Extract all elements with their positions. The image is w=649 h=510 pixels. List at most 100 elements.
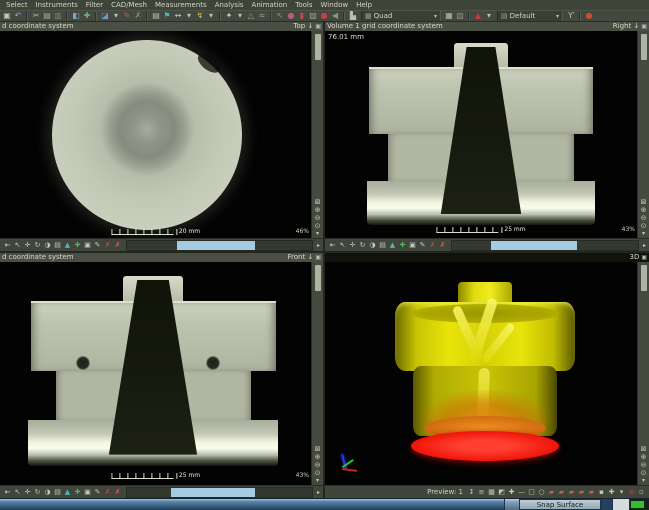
layout-select[interactable]: ▦ Quad ▾ [361, 10, 441, 22]
draw-slice-icon[interactable]: ✎ [93, 240, 102, 251]
draw-slice-icon[interactable]: ✎ [93, 487, 102, 498]
voxel-icon[interactable]: ▦ [487, 487, 496, 498]
minus-icon[interactable]: — [517, 487, 526, 498]
slider-arrow-icon[interactable]: ▸ [317, 242, 320, 249]
clip-preset-1-icon[interactable]: ▰ [547, 487, 556, 498]
fit-view-icon[interactable]: ⊠ [313, 445, 323, 453]
cut-icon[interactable]: ✂ [31, 11, 41, 21]
scroll-down-icon[interactable]: ▾ [316, 477, 319, 484]
clear-slice-icon[interactable]: ✗ [103, 487, 112, 498]
copy-icon[interactable]: ▤ [42, 11, 52, 21]
menu-filter[interactable]: Filter [82, 0, 107, 10]
clip-preset-3-icon[interactable]: ▰ [567, 487, 576, 498]
shade-icon[interactable]: ◩ [497, 487, 506, 498]
vertical-scrollbar-thumb[interactable] [315, 265, 321, 291]
first-slice-icon[interactable]: ⇤ [3, 487, 12, 498]
slice-canvas-front[interactable]: 25 mm 43% [0, 262, 311, 485]
lightning-caret-icon[interactable]: ▾ [206, 11, 216, 21]
menu-window[interactable]: Window [316, 0, 352, 10]
menu-select[interactable]: Select [2, 0, 32, 10]
flag-icon[interactable]: ⚑ [162, 11, 172, 21]
erase-icon[interactable]: ✗ [133, 11, 143, 21]
zoom-out-icon[interactable]: ⊖ [313, 214, 323, 222]
scene-object-icon[interactable]: ◧ [71, 11, 81, 21]
add-slice-icon[interactable]: ✚ [398, 240, 407, 251]
sort-icon[interactable]: ↕ [467, 487, 476, 498]
hot-spot-icon[interactable]: ● [319, 11, 329, 21]
pin-icon[interactable]: ▮ [297, 11, 307, 21]
add-slice-icon[interactable]: ✚ [73, 240, 82, 251]
render-canvas-3d[interactable] [325, 262, 637, 485]
snapshot-icon[interactable]: ▣ [83, 487, 92, 498]
warning-icon[interactable]: ▲ [473, 11, 483, 21]
preset-select[interactable]: ▤ Default ▾ [497, 10, 563, 22]
pattern-icon[interactable]: ▨ [308, 11, 318, 21]
preview-caret-icon[interactable]: ▾ [617, 487, 626, 498]
menu-measurements[interactable]: Measurements [151, 0, 211, 10]
rotate-slice-icon[interactable]: ↻ [358, 240, 367, 251]
paste-icon[interactable]: ▥ [53, 11, 63, 21]
undo-icon[interactable]: ↶ [13, 11, 23, 21]
green-back-icon[interactable]: ◀ [330, 11, 340, 21]
clear-all-icon[interactable]: ✗ [438, 240, 447, 251]
zoom-in-icon[interactable]: ⊕ [639, 453, 649, 461]
contrast-icon[interactable]: ◑ [43, 240, 52, 251]
histogram-icon[interactable]: ▙ [348, 11, 358, 21]
pan-tool-icon[interactable]: ✛ [23, 240, 32, 251]
star-tool-icon[interactable]: ✦ [224, 11, 234, 21]
scroll-down-icon[interactable]: ▾ [642, 477, 645, 484]
zoom-in-icon[interactable]: ⊕ [313, 206, 323, 214]
slider-arrow-icon[interactable]: ▸ [643, 242, 646, 249]
vertical-scrollbar-thumb[interactable] [641, 34, 647, 60]
star-caret-icon[interactable]: ▾ [235, 11, 245, 21]
clip-preset-4-icon[interactable]: ▰ [577, 487, 586, 498]
merge-icon[interactable]: ▲ [63, 240, 72, 251]
first-slice-icon[interactable]: ⇤ [3, 240, 12, 251]
clear-all-icon[interactable]: ✗ [113, 240, 122, 251]
box-render-icon[interactable]: ▢ [527, 487, 536, 498]
zoom-out-icon[interactable]: ⊖ [639, 214, 649, 222]
quality-icon[interactable]: ≡ [477, 487, 486, 498]
pointer-tool-icon[interactable]: ↖ [13, 240, 22, 251]
zoom-region-icon[interactable]: ⊙ [313, 469, 323, 477]
render-sphere-icon[interactable]: ● [584, 11, 594, 21]
viewport-menu-icon[interactable]: ▣ [315, 253, 321, 262]
snapshot-icon[interactable]: ▣ [408, 240, 417, 251]
fit-view-icon[interactable]: ⊠ [313, 198, 323, 206]
draw-slice-icon[interactable]: ✎ [418, 240, 427, 251]
menu-instruments[interactable]: Instruments [32, 0, 82, 10]
pan-tool-icon[interactable]: ✛ [348, 240, 357, 251]
slider-thumb[interactable] [171, 488, 254, 497]
pan-tool-icon[interactable]: ✛ [23, 487, 32, 498]
slice-tool-icon[interactable]: ◪ [100, 11, 110, 21]
slice-position-slider[interactable] [126, 240, 313, 251]
rotate-slice-icon[interactable]: ↻ [33, 240, 42, 251]
filmstrip-icon[interactable]: ▤ [53, 487, 62, 498]
add-slice-icon[interactable]: ✚ [73, 487, 82, 498]
menu-cad-mesh[interactable]: CAD/Mesh [107, 0, 151, 10]
snapshot-icon[interactable]: ▣ [83, 240, 92, 251]
vertical-scrollbar-thumb[interactable] [315, 34, 321, 60]
marker-dot-icon[interactable]: ● [286, 11, 296, 21]
filmstrip-icon[interactable]: ▤ [378, 240, 387, 251]
contrast-icon[interactable]: ◑ [368, 240, 377, 251]
merge-icon[interactable]: ▲ [388, 240, 397, 251]
lightning-icon[interactable]: ↯ [195, 11, 205, 21]
slice-canvas-right[interactable]: 76.01 mm 25 mm 43% [325, 31, 637, 238]
pointer-tool-icon[interactable]: ↖ [13, 487, 22, 498]
filmstrip-icon[interactable]: ▤ [53, 240, 62, 251]
slider-arrow-icon[interactable]: ▸ [317, 489, 320, 496]
zoom-region-icon[interactable]: ⊙ [639, 222, 649, 230]
small-box-icon[interactable]: ▪ [597, 487, 606, 498]
wave-tool-icon[interactable]: ≈ [257, 11, 267, 21]
clear-slice-icon[interactable]: ✗ [103, 240, 112, 251]
vertical-splitter[interactable] [323, 22, 325, 498]
scroll-down-icon[interactable]: ▾ [642, 230, 645, 237]
annotate-icon[interactable]: ✎ [122, 11, 132, 21]
clipboard-icon[interactable]: ▤ [151, 11, 161, 21]
zoom-in-icon[interactable]: ⊕ [313, 453, 323, 461]
menu-animation[interactable]: Animation [248, 0, 292, 10]
sphere-render-icon[interactable]: ○ [537, 487, 546, 498]
clip-preset-2-icon[interactable]: ▰ [557, 487, 566, 498]
slider-thumb[interactable] [491, 241, 577, 250]
